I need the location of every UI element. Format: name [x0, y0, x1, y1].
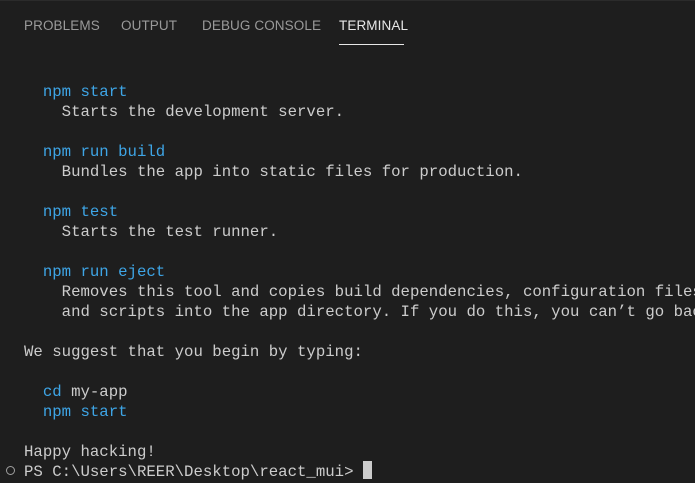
terminal-line: We suggest that you begin by typing:	[24, 343, 363, 361]
terminal-line: npm start	[42, 83, 128, 101]
terminal-line: Bundles the app into static files for pr…	[61, 163, 523, 181]
terminal-line: Removes this tool and copies build depen…	[61, 283, 695, 301]
terminal-panel: PROBLEMS OUTPUT DEBUG CONSOLE TERMINAL n…	[0, 0, 695, 483]
terminal-prompt[interactable]: PS C:\Users\REER\Desktop\react_mui>	[24, 461, 372, 481]
active-tab-indicator	[339, 44, 404, 45]
terminal-line: cd my-app	[42, 383, 128, 401]
tab-problems[interactable]: PROBLEMS	[24, 18, 100, 33]
panel-tab-bar: PROBLEMS OUTPUT DEBUG CONSOLE TERMINAL	[0, 1, 695, 51]
terminal-output[interactable]: npm start Starts the development server.…	[0, 51, 695, 483]
terminal-line: npm test	[42, 203, 119, 221]
terminal-cursor	[362, 461, 372, 479]
terminal-line: npm run eject	[42, 263, 166, 281]
tab-debug-console[interactable]: DEBUG CONSOLE	[202, 18, 321, 33]
prompt-text: PS C:\Users\REER\Desktop\react_mui>	[24, 463, 363, 481]
tab-output[interactable]: OUTPUT	[121, 18, 177, 33]
terminal-line: Happy hacking!	[24, 443, 156, 461]
terminal-line: npm start	[42, 403, 128, 421]
terminal-line: and scripts into the app directory. If y…	[61, 303, 695, 321]
terminal-line: npm run build	[42, 143, 166, 161]
terminal-line: Starts the development server.	[61, 103, 345, 121]
terminal-line: Starts the test runner.	[61, 223, 279, 241]
tab-terminal[interactable]: TERMINAL	[339, 18, 408, 33]
command-decoration-icon[interactable]	[6, 466, 15, 475]
